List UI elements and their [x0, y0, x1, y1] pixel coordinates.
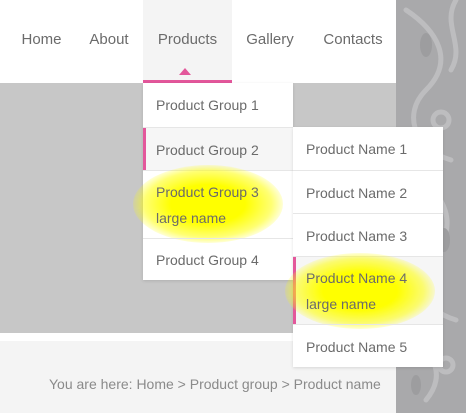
subsubmenu-item-label: Product Name 1	[306, 141, 408, 157]
subsubmenu-item-label: Product Name 3	[306, 228, 408, 244]
nav-label: About	[89, 31, 129, 48]
submenu-item-group-3[interactable]: Product Group 3 large name	[133, 165, 293, 243]
nav-item-home[interactable]: Home	[0, 0, 83, 83]
submenu-item-label: Product Group 2	[156, 142, 259, 158]
nav-item-contacts[interactable]: Contacts	[312, 0, 394, 83]
subsubmenu-item-name-5[interactable]: Product Name 5	[293, 324, 443, 367]
subsubmenu-item-label: Product Name 2	[306, 185, 408, 201]
active-caret-icon	[179, 68, 191, 75]
nav-label: Gallery	[246, 31, 294, 48]
submenu-item-group-2[interactable]: Product Group 2	[143, 127, 293, 170]
nav-item-about[interactable]: About	[76, 0, 142, 83]
subsubmenu-item-name-3[interactable]: Product Name 3	[293, 213, 443, 256]
nav-label: Products	[157, 31, 218, 48]
subsubmenu-item-name-1[interactable]: Product Name 1	[293, 127, 443, 170]
nav-label: Home	[21, 31, 62, 48]
submenu-item-label: Product Group 3	[156, 184, 259, 200]
submenu-item-label-line2: large name	[156, 210, 227, 226]
nav-label: Contacts	[323, 31, 383, 48]
submenu-item-label: Product Group 4	[156, 252, 259, 268]
subsubmenu-item-name-2[interactable]: Product Name 2	[293, 170, 443, 213]
breadcrumb: You are here: Home > Product group > Pro…	[49, 376, 381, 392]
subsubmenu-item-name-4[interactable]: Product Name 4 large name	[285, 253, 443, 329]
submenu-item-group-4[interactable]: Product Group 4	[143, 238, 293, 280]
header: Home About Products Gallery Contacts	[0, 0, 396, 83]
product-names-submenu: Product Name 1 Product Name 2 Product Na…	[285, 127, 443, 367]
submenu-item-group-1[interactable]: Product Group 1	[143, 83, 293, 127]
products-submenu: Product Group 1 Product Group 2 Product …	[133, 83, 293, 280]
submenu-item-label: Product Group 1	[156, 97, 259, 113]
nav-item-gallery[interactable]: Gallery	[232, 0, 308, 83]
subsubmenu-item-label-line2: large name	[306, 296, 377, 312]
subsubmenu-item-label: Product Name 4	[306, 270, 408, 286]
subsubmenu-item-label: Product Name 5	[306, 339, 408, 355]
